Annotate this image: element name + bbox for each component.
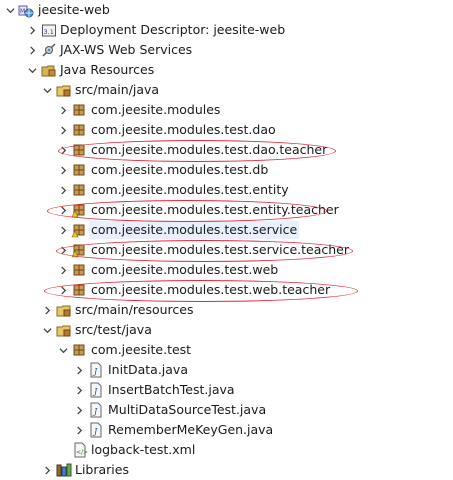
java-file-icon: J <box>88 402 104 418</box>
tree-label: Libraries <box>75 462 129 477</box>
tree-label: jeesite-web <box>38 2 110 17</box>
chevron-right-icon[interactable] <box>72 420 86 440</box>
chevron-right-icon[interactable] <box>40 460 54 480</box>
tree-label: com.jeesite.modules.test.web.teacher <box>91 282 331 297</box>
chevron-right-icon[interactable] <box>56 180 70 200</box>
package-icon <box>71 282 87 298</box>
source-folder-icon <box>56 302 72 318</box>
package-icon <box>71 262 87 278</box>
java-file-icon: J <box>88 362 104 378</box>
tree-label: com.jeesite.modules <box>91 102 221 117</box>
package-icon <box>71 182 87 198</box>
source-folder-icon <box>56 82 72 98</box>
chevron-right-icon[interactable] <box>56 100 70 120</box>
package-icon <box>71 162 87 178</box>
chevron-down-icon[interactable] <box>3 0 17 20</box>
chevron-right-icon[interactable] <box>56 240 70 260</box>
tree-label: com.jeesite.modules.test.dao <box>91 122 276 137</box>
package-warning-icon <box>71 222 87 238</box>
tree-label: com.jeesite.modules.test.db <box>91 162 269 177</box>
chevron-right-icon[interactable] <box>56 120 70 140</box>
chevron-right-icon[interactable] <box>56 280 70 300</box>
deployment-descriptor-icon: 3.1 <box>41 22 57 38</box>
tree-label: InsertBatchTest.java <box>108 382 235 397</box>
package-icon <box>71 102 87 118</box>
tree-label: MultiDataSourceTest.java <box>108 402 267 417</box>
tree-label: Java Resources <box>60 62 155 77</box>
xml-file-icon: </> <box>72 442 88 458</box>
chevron-down-icon[interactable] <box>56 340 70 360</box>
tree-label: com.jeesite.test <box>91 342 192 357</box>
tree-label: src/main/java <box>75 82 160 97</box>
tree-label: RememberMeKeyGen.java <box>108 422 274 437</box>
chevron-down-icon[interactable] <box>40 80 54 100</box>
web-project-icon: M <box>18 2 34 18</box>
source-folder-icon <box>56 322 72 338</box>
tree-label: com.jeesite.modules.test.dao.teacher <box>91 142 328 157</box>
package-icon <box>71 122 87 138</box>
tree-label: JAX-WS Web Services <box>60 42 193 57</box>
chevron-right-icon[interactable] <box>56 140 70 160</box>
package-icon <box>71 342 87 358</box>
java-file-icon: J <box>88 382 104 398</box>
tree-label: com.jeesite.modules.test.web <box>91 262 279 277</box>
tree-label: com.jeesite.modules.test.entity <box>91 182 289 197</box>
tree-label: com.jeesite.modules.test.service <box>89 221 300 239</box>
package-warning-icon <box>71 202 87 218</box>
java-file-icon: J <box>88 422 104 438</box>
web-services-icon <box>41 42 57 58</box>
package-icon <box>71 142 87 158</box>
chevron-right-icon[interactable] <box>40 300 54 320</box>
chevron-right-icon[interactable] <box>72 400 86 420</box>
java-resources-icon <box>41 62 57 78</box>
svg-text:3.1: 3.1 <box>44 28 54 36</box>
svg-text:</>: </> <box>76 449 88 456</box>
tree-label: src/main/resources <box>75 302 194 317</box>
libraries-icon <box>56 462 72 478</box>
package-warning-icon <box>71 242 87 258</box>
tree-label: com.jeesite.modules.test.entity.teacher <box>91 202 339 217</box>
chevron-down-icon[interactable] <box>25 60 39 80</box>
tree-label: com.jeesite.modules.test.service.teacher <box>91 242 350 257</box>
chevron-right-icon[interactable] <box>56 200 70 220</box>
chevron-right-icon[interactable] <box>72 360 86 380</box>
svg-text:M: M <box>20 8 25 15</box>
tree-label: Deployment Descriptor: jeesite-web <box>60 22 286 37</box>
tree-label: InitData.java <box>108 362 188 377</box>
chevron-right-icon[interactable] <box>25 40 39 60</box>
chevron-right-icon[interactable] <box>25 20 39 40</box>
chevron-right-icon[interactable] <box>56 220 70 240</box>
chevron-right-icon[interactable] <box>56 260 70 280</box>
tree-label: src/test/java <box>75 322 152 337</box>
chevron-right-icon[interactable] <box>72 380 86 400</box>
tree-label: logback-test.xml <box>91 442 196 457</box>
chevron-down-icon[interactable] <box>40 320 54 340</box>
chevron-right-icon[interactable] <box>56 160 70 180</box>
